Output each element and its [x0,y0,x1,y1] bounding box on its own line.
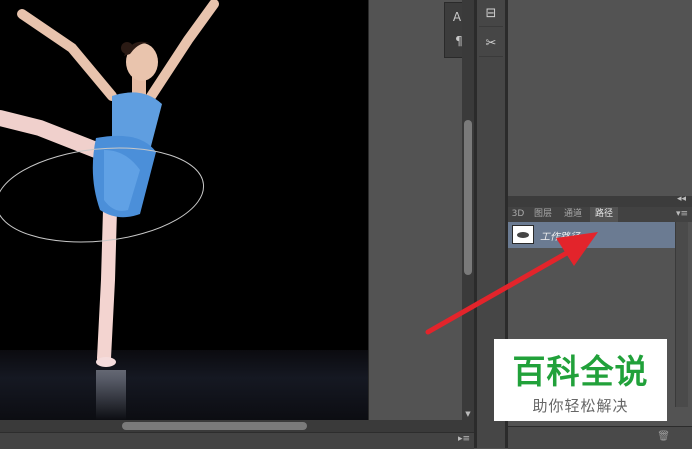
panel-tab-bar: 3D 图层 通道 路径 ▾≡ [508,207,692,223]
status-menu-icon[interactable]: ▸≡ [458,434,470,444]
document-gutter [368,0,463,420]
panel-header: ◂◂ [508,194,692,207]
upper-panel-area [508,0,692,196]
tab-channels[interactable]: 通道 [559,207,587,222]
layer-comps-icon[interactable]: ⊟ [479,2,503,27]
tab-layers[interactable]: 图层 [530,207,556,222]
delete-path-icon[interactable]: 🗑 [657,431,670,442]
vertical-scrollbar[interactable]: ▼ [462,0,474,420]
path-name[interactable]: 工作路径 [540,228,580,243]
document-canvas[interactable] [0,0,368,420]
ballerina-photo [0,0,219,367]
collapse-panels-icon[interactable]: ◂◂ [677,194,686,204]
path-thumbnail [512,225,534,244]
horizontal-scrollbar[interactable] [0,420,474,432]
watermark-logo: 百科全说 助你轻松解决 [494,339,667,421]
horizontal-scroll-thumb[interactable] [122,422,307,430]
watermark-title: 百科全说 [512,352,649,391]
tab-paths[interactable]: 路径 [590,207,618,222]
tools-preset-icon[interactable]: ✂ [479,32,503,57]
scroll-down-arrow-icon[interactable]: ▼ [462,408,474,420]
paths-panel-footer: 🗑 [508,426,692,449]
status-bar: ▸≡ [0,432,474,449]
path-row-work-path[interactable]: 工作路径 [508,222,675,248]
tab-3d[interactable]: 3D [508,207,528,222]
paths-list-scrollbar[interactable] [675,222,688,407]
panel-menu-icon[interactable]: ▾≡ [676,207,688,222]
vertical-scroll-thumb[interactable] [464,120,472,275]
watermark-subtitle: 助你轻松解决 [532,397,629,415]
